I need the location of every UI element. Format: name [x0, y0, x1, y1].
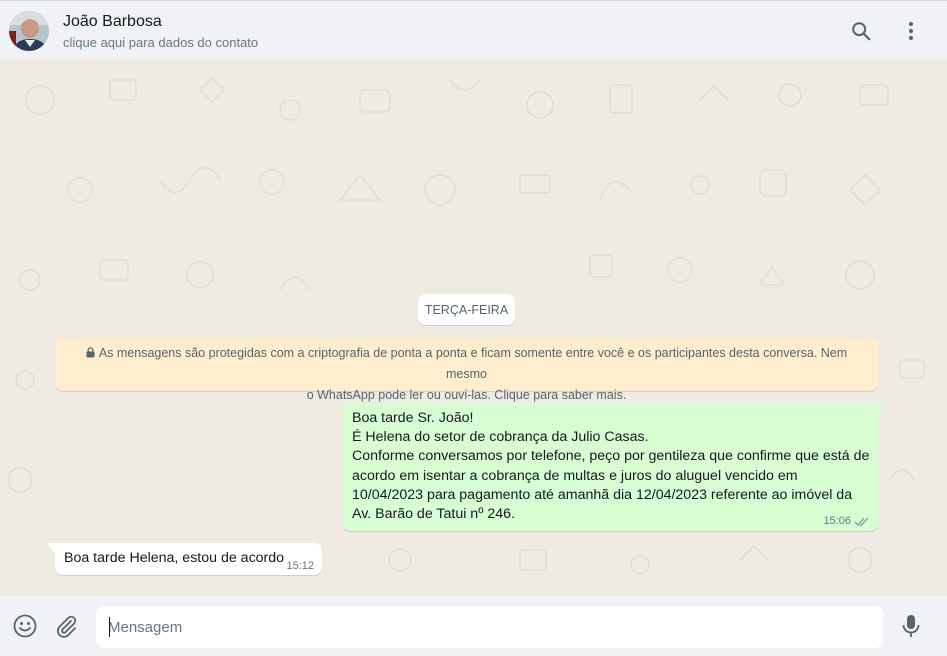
message-line: acordo em isentar a cobrança de multas e…	[352, 467, 798, 484]
encryption-notice[interactable]: As mensagens são protegidas com a cripto…	[55, 338, 878, 402]
encryption-notice-text-1: As mensagens são protegidas com a cripto…	[98, 346, 848, 381]
message-text: Boa tarde Helena, estou de acordo	[64, 550, 285, 566]
emoji-button[interactable]	[7, 608, 43, 644]
text-caret	[109, 617, 110, 637]
contact-info-link[interactable]: clique aqui para dados do contato	[63, 35, 258, 50]
message-time: 15:06	[823, 515, 851, 527]
chat-area[interactable]: TERÇA-FEIRA As mensagens são protegidas …	[0, 60, 947, 596]
contact-avatar[interactable]	[9, 11, 49, 51]
search-button[interactable]	[843, 13, 879, 49]
outgoing-message[interactable]: Boa tarde Sr. João! É Helena do setor de…	[342, 403, 886, 531]
lock-icon	[86, 347, 95, 358]
date-separator: TERÇA-FEIRA	[418, 294, 515, 325]
message-line: 10/04/2023 para pagamento até amanhã dia…	[352, 486, 853, 503]
menu-icon	[909, 22, 913, 40]
composer-bar	[0, 596, 947, 656]
paperclip-icon	[57, 615, 77, 638]
menu-button[interactable]	[893, 13, 929, 49]
voice-message-button[interactable]	[893, 608, 929, 644]
incoming-message[interactable]: Boa tarde Helena, estou de acordo 15:12	[47, 543, 322, 575]
emoji-icon	[13, 614, 37, 638]
attach-button[interactable]	[48, 608, 84, 644]
message-input[interactable]	[96, 606, 883, 648]
bubble-tail-icon	[47, 543, 55, 554]
message-line: Conforme conversamos por telefone, peço …	[352, 448, 870, 465]
bubble-tail-icon	[878, 403, 886, 414]
encryption-notice-line1: As mensagens são protegidas com a cripto…	[65, 343, 868, 385]
message-line: É Helena do setor de cobrança da Julio C…	[352, 429, 649, 446]
chat-header[interactable]: João Barbosa clique aqui para dados do c…	[0, 0, 947, 60]
search-icon	[852, 22, 871, 41]
message-line: Av. Barão de Tatui nº 246.	[352, 506, 515, 523]
message-time: 15:12	[286, 560, 314, 572]
message-meta: 15:06	[823, 515, 870, 527]
avatar-photo-icon	[9, 11, 49, 51]
contact-name[interactable]: João Barbosa	[63, 13, 162, 31]
message-line: Boa tarde Sr. João!	[352, 410, 474, 426]
microphone-icon	[902, 615, 920, 637]
double-check-icon	[854, 517, 869, 526]
